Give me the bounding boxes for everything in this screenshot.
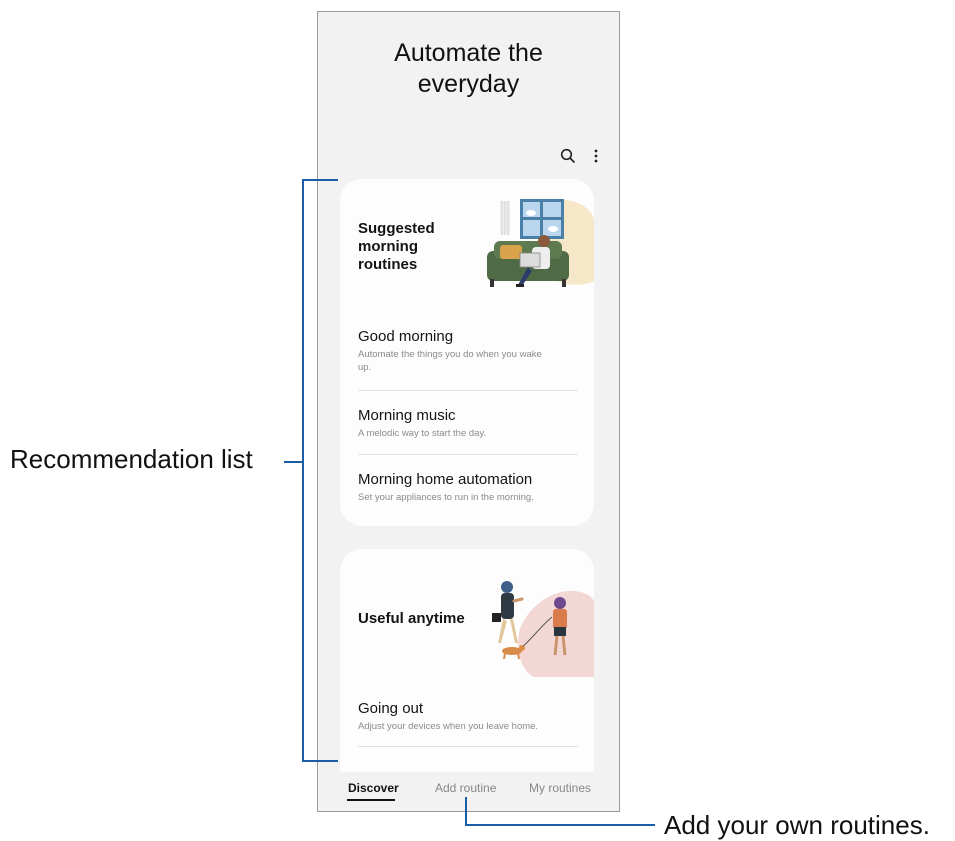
routine-desc: Adjust your devices when you leave home. <box>358 721 539 732</box>
divider <box>358 390 578 391</box>
card-heading-line: routines <box>358 256 418 273</box>
tab-discover[interactable]: Discover <box>348 781 399 795</box>
routine-desc: A melodic way to start the day. <box>358 428 487 439</box>
routine-title: Morning music <box>358 407 456 424</box>
routine-desc: Automate the things you do when you wake… <box>358 348 568 374</box>
routine-title: Good morning <box>358 328 454 345</box>
tab-my-routines[interactable]: My routines <box>529 781 591 795</box>
callout-add-your-own: Add your own routines. <box>664 810 930 840</box>
phone-screen: Automate the everyday Suggested morning … <box>317 11 620 812</box>
page-title-line2: everyday <box>417 70 520 98</box>
routine-good-morning[interactable]: Good morning Automate the things you do … <box>358 327 568 374</box>
routine-desc: Set your appliances to run in the mornin… <box>358 492 534 503</box>
callout-bracket <box>302 179 304 762</box>
divider <box>358 454 578 455</box>
callout-bracket-bottom <box>302 760 338 762</box>
callout-recommendation-list: Recommendation list <box>10 444 253 474</box>
walking-illustration <box>492 581 594 677</box>
page-title-line1: Automate the <box>394 39 543 67</box>
card-heading: Suggested morning routines <box>358 220 435 274</box>
callout-bracket-top <box>302 179 338 181</box>
card-heading: Useful anytime <box>358 610 465 627</box>
routine-going-out[interactable]: Going out Adjust your devices when you l… <box>358 699 568 733</box>
morning-illustration <box>487 199 594 287</box>
callout-leader <box>284 461 302 463</box>
callout-add-horizontal <box>465 824 655 826</box>
card-heading-line: Suggested <box>358 220 435 237</box>
more-vertical-icon[interactable] <box>586 146 606 166</box>
useful-anytime-card[interactable]: Useful anytime Going out Adjust your dev… <box>340 549 594 789</box>
routine-morning-music[interactable]: Morning music A melodic way to start the… <box>358 406 568 440</box>
callout-add-vertical <box>465 797 467 825</box>
page-title: Automate the everyday <box>318 38 619 100</box>
tab-add-routine[interactable]: Add routine <box>435 781 496 795</box>
search-icon[interactable] <box>558 146 578 166</box>
bottom-tab-bar: Discover Add routine My routines <box>318 772 619 811</box>
divider <box>358 746 578 747</box>
routine-morning-home-automation[interactable]: Morning home automation Set your applian… <box>358 470 568 504</box>
card-heading-line: morning <box>358 238 418 255</box>
routine-desc-line: Automate the things you do when you wake <box>358 349 542 360</box>
routine-title: Going out <box>358 700 424 717</box>
suggested-morning-card[interactable]: Suggested morning routines Good morning … <box>340 179 594 526</box>
tab-active-indicator <box>347 799 395 801</box>
routine-title: Morning home automation <box>358 471 533 488</box>
routine-desc-line: up. <box>358 362 372 373</box>
